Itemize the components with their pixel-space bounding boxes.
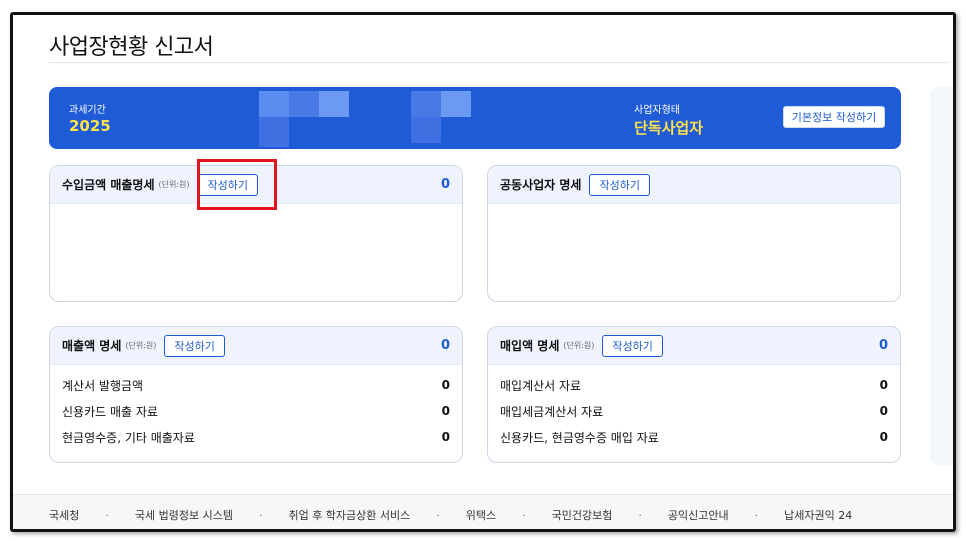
row-label: 신용카드 매출 자료 <box>62 404 158 419</box>
unit-label: (단위:원) <box>563 341 595 350</box>
footer-link-nhis[interactable]: 국민건강보험 <box>552 507 613 523</box>
redacted-block <box>411 117 441 143</box>
screenshot-frame: 사업장현황 신고서 과세기간 2025 사업자형태 단독사업자 기본정보 작성하… <box>10 12 956 532</box>
highlight-box <box>197 159 277 210</box>
sales-card: 매출액 명세 (단위:원) 작성하기 0 계산서 발행금액 0 신용카드 매출 … <box>49 326 463 463</box>
title-divider <box>49 62 949 63</box>
row-value: 0 <box>879 404 888 418</box>
list-item: 계산서 발행금액 0 <box>62 372 450 398</box>
list-item: 매입세금계산서 자료 0 <box>500 398 888 424</box>
card-title: 수입금액 매출명세 <box>62 178 155 192</box>
footer-separator: · <box>638 508 642 522</box>
card-header: 공동사업자 명세 작성하기 <box>488 166 900 204</box>
redacted-block <box>441 91 471 117</box>
basic-info-write-button[interactable]: 기본정보 작성하기 <box>783 106 885 128</box>
row-value: 0 <box>441 430 450 444</box>
unit-label: (단위:원) <box>158 180 190 189</box>
footer-link-law[interactable]: 국세 법령정보 시스템 <box>135 507 233 523</box>
redacted-block <box>259 91 289 117</box>
footer-separator: · <box>436 508 440 522</box>
footer-link-nts[interactable]: 국세청 <box>49 507 79 523</box>
row-value: 0 <box>441 404 450 418</box>
redacted-block <box>411 91 441 117</box>
purchase-write-button[interactable]: 작성하기 <box>602 334 663 357</box>
unit-label: (단위:원) <box>125 341 157 350</box>
biz-type-value: 단독사업자 <box>634 119 704 137</box>
row-label: 계산서 발행금액 <box>62 378 144 393</box>
list-item: 현금영수증, 기타 매출자료 0 <box>62 424 450 450</box>
redacted-block <box>259 117 289 147</box>
redacted-block <box>289 91 319 117</box>
side-panel <box>930 87 953 465</box>
footer-link-wetax[interactable]: 위택스 <box>466 507 496 523</box>
card-title: 매입액 명세 <box>500 339 560 353</box>
purchase-card: 매입액 명세 (단위:원) 작성하기 0 매입계산서 자료 0 매입세금계산서 … <box>487 326 901 463</box>
joint-business-write-button[interactable]: 작성하기 <box>589 173 650 196</box>
purchase-rows: 매입계산서 자료 0 매입세금계산서 자료 0 신용카드, 현금영수증 매입 자… <box>488 365 900 450</box>
row-label: 매입계산서 자료 <box>500 378 582 393</box>
footer-separator: · <box>522 508 526 522</box>
joint-business-card: 공동사업자 명세 작성하기 <box>487 165 901 302</box>
footer-separator: · <box>754 508 759 522</box>
card-title: 공동사업자 명세 <box>500 178 582 192</box>
redacted-block <box>319 91 349 117</box>
row-value: 0 <box>879 378 888 392</box>
info-banner: 과세기간 2025 사업자형태 단독사업자 기본정보 작성하기 <box>49 87 901 149</box>
footer-separator: · <box>105 508 109 522</box>
list-item: 신용카드, 현금영수증 매입 자료 0 <box>500 424 888 450</box>
row-label: 신용카드, 현금영수증 매입 자료 <box>500 430 659 445</box>
row-value: 0 <box>879 430 888 444</box>
footer-link-taxpayer-rights[interactable]: 납세자권익 24 <box>784 507 852 523</box>
footer-link-student-loan[interactable]: 취업 후 학자금상환 서비스 <box>288 507 410 523</box>
period-label: 과세기간 <box>69 105 106 116</box>
card-count: 0 <box>440 338 450 353</box>
card-count: 0 <box>440 177 450 192</box>
footer-separator: · <box>258 508 263 522</box>
sales-rows: 계산서 발행금액 0 신용카드 매출 자료 0 현금영수증, 기타 매출자료 0 <box>50 365 462 450</box>
footer-links: 국세청 · 국세 법령정보 시스템 · 취업 후 학자금상환 서비스 · 위택스… <box>13 494 953 529</box>
list-item: 매입계산서 자료 0 <box>500 372 888 398</box>
card-title: 매출액 명세 <box>62 339 122 353</box>
card-header: 매출액 명세 (단위:원) 작성하기 0 <box>50 327 462 365</box>
list-item: 신용카드 매출 자료 0 <box>62 398 450 424</box>
card-header: 매입액 명세 (단위:원) 작성하기 0 <box>488 327 900 365</box>
footer-link-public-report[interactable]: 공익신고안내 <box>668 507 729 523</box>
row-label: 현금영수증, 기타 매출자료 <box>62 430 195 445</box>
row-label: 매입세금계산서 자료 <box>500 404 604 419</box>
card-count: 0 <box>878 338 888 353</box>
period-value: 2025 <box>69 117 111 135</box>
biz-type-label: 사업자형태 <box>634 105 680 116</box>
row-value: 0 <box>441 378 450 392</box>
sales-write-button[interactable]: 작성하기 <box>164 334 225 357</box>
page-title: 사업장현황 신고서 <box>49 35 214 60</box>
